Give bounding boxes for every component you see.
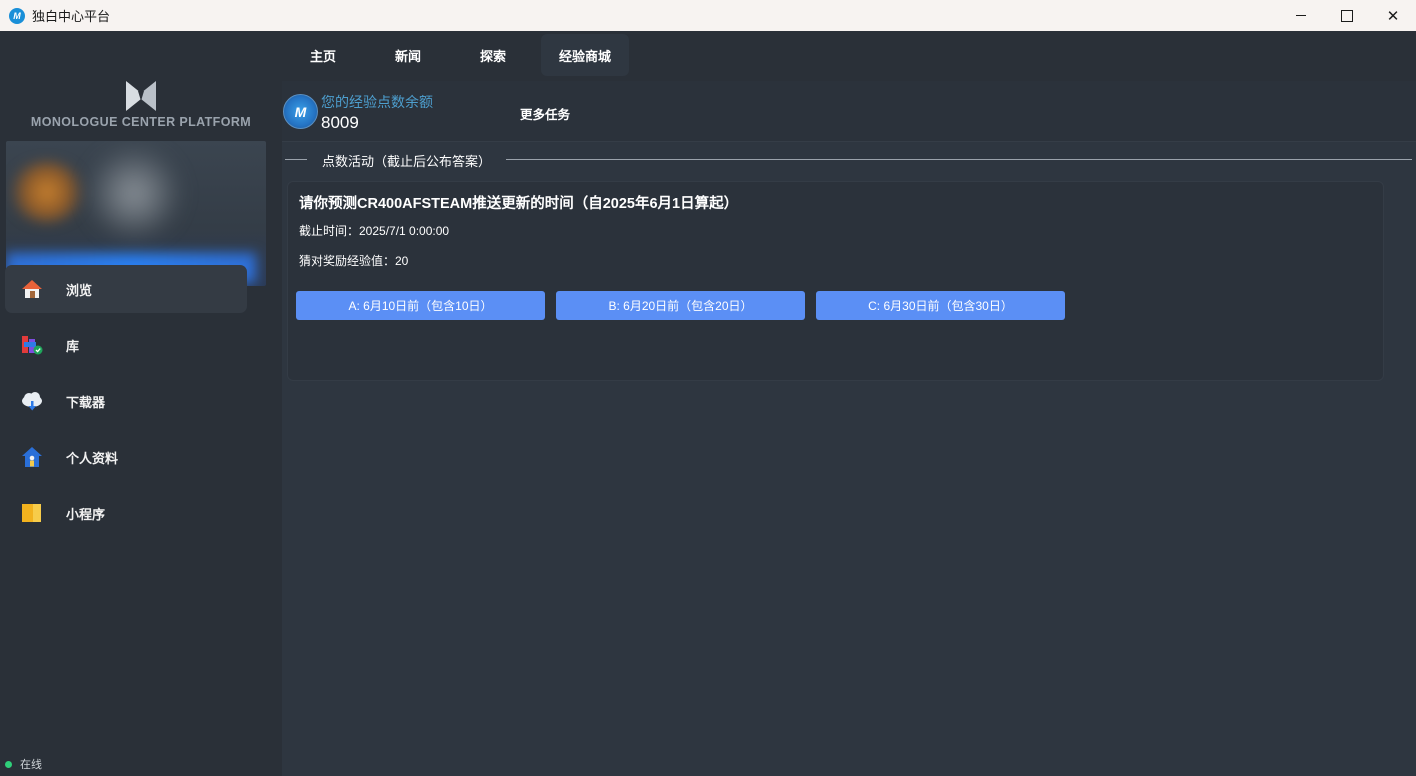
sidebar: MONOLOGUE CENTER PLATFORM 浏览 库 下载器 个人资料 … [0,31,282,776]
minimize-button[interactable] [1278,0,1324,31]
sidebar-item-mini-program[interactable]: 小程序 [5,489,247,537]
maximize-button[interactable] [1324,0,1370,31]
sidebar-item-profile[interactable]: 个人资料 [5,433,247,481]
points-bar: M 您的经验点数余额 8009 更多任务 [282,81,1416,142]
points-label: 您的经验点数余额 [321,94,433,110]
status-text: 在线 [20,759,42,771]
tab-news[interactable]: 新闻 [371,34,445,76]
tab-home[interactable]: 主页 [286,34,360,76]
maximize-icon [1341,9,1353,22]
sidebar-item-label: 个人资料 [66,450,119,466]
library-icon [22,336,43,355]
profile-name-blur [84,146,184,241]
home-icon [22,280,42,298]
minimize-icon [1296,15,1306,16]
section-divider [506,159,1412,160]
online-dot-icon [5,760,12,768]
activity-title: 请你预测CR400AFSTEAM推送更新的时间（自2025年6月1日算起） [299,196,739,212]
activity-reward: 猜对奖励经验值：20 [299,254,409,268]
section-divider [285,159,307,160]
close-button[interactable]: ✕ [1370,0,1416,31]
online-status: 在线 [5,756,42,772]
sidebar-item-library[interactable]: 库 [5,321,247,369]
platform-logo-icon [126,81,156,111]
activity-deadline: 截止时间：2025/7/1 0:00:00 [299,224,450,238]
title-bar: M 独白中心平台 ✕ [0,0,1416,31]
top-tab-bar: 主页 新闻 探索 经验商城 [282,31,1416,81]
tab-exp-store[interactable]: 经验商城 [541,34,629,76]
section-title: 点数活动（截止后公布答案） [322,154,492,169]
app-logo-icon: M [9,7,25,24]
cloud-download-icon [22,392,42,411]
window-controls: ✕ [1278,0,1416,31]
logo-text: MONOLOGUE CENTER PLATFORM [30,115,252,129]
points-value: 8009 [321,113,359,132]
mini-program-icon [22,504,41,522]
profile-house-icon [22,447,42,467]
option-a-button[interactable]: A: 6月10日前（包含10日） [296,291,545,320]
sidebar-item-browse[interactable]: 浏览 [5,265,247,313]
option-b-button[interactable]: B: 6月20日前（包含20日） [556,291,805,320]
sidebar-item-label: 浏览 [66,282,93,298]
window-title: 独白中心平台 [32,9,111,24]
sidebar-item-label: 库 [66,338,80,354]
avatar [8,161,86,223]
sidebar-item-label: 小程序 [66,506,106,522]
sidebar-item-downloader[interactable]: 下载器 [5,377,247,425]
more-tasks-button[interactable]: 更多任务 [520,104,570,123]
tab-explore[interactable]: 探索 [456,34,530,76]
activity-card: 请你预测CR400AFSTEAM推送更新的时间（自2025年6月1日算起） 截止… [287,181,1384,381]
sidebar-item-label: 下载器 [66,394,106,410]
option-c-button[interactable]: C: 6月30日前（包含30日） [816,291,1065,320]
close-icon: ✕ [1386,7,1400,25]
points-logo-icon: M [283,94,318,129]
